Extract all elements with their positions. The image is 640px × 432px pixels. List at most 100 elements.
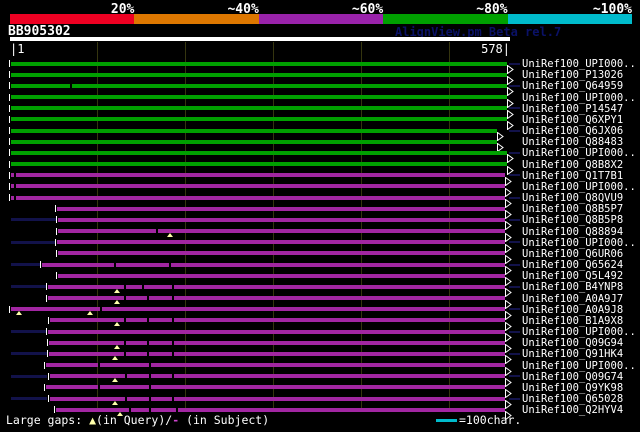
bar-start-cap — [48, 395, 49, 403]
hsp-bar-secondary[interactable] — [11, 330, 47, 334]
ruler-end-label: 578| — [481, 42, 510, 56]
hsp-bar[interactable] — [46, 363, 505, 368]
hsp-bar[interactable] — [11, 307, 505, 312]
bar-start-cap — [44, 383, 45, 391]
query-gap-triangle-icon — [112, 355, 118, 360]
gap-tick — [172, 318, 174, 323]
bar-start-cap — [9, 171, 10, 179]
gap-tick — [172, 396, 174, 401]
gap-tick — [172, 340, 174, 345]
hsp-bar[interactable] — [58, 229, 505, 234]
gap-tick — [14, 195, 16, 200]
legend-gaps: Large gaps: ▲(in Query)/- (in Subject) — [6, 413, 269, 427]
legend-text-mid: (in Query)/ — [96, 413, 173, 427]
hsp-bar[interactable] — [11, 61, 507, 66]
hsp-bar-secondary[interactable] — [11, 240, 55, 244]
scale-label: ~60% — [351, 2, 384, 17]
query-gap-triangle-icon — [16, 311, 22, 316]
ruler-start-label: |1 — [10, 42, 25, 56]
bar-arrowhead-icon — [505, 383, 512, 399]
hsp-bar[interactable] — [11, 106, 507, 111]
gap-tick — [169, 262, 171, 267]
query-gap-triangle-icon — [114, 288, 120, 293]
bar-start-cap — [46, 283, 47, 291]
gap-tick — [114, 262, 116, 267]
bar-start-cap — [9, 82, 10, 90]
hsp-bar[interactable] — [11, 184, 505, 189]
gap-tick — [124, 296, 126, 301]
hsp-bar-secondary[interactable] — [11, 285, 47, 289]
bar-start-cap — [48, 316, 49, 324]
hsp-bar[interactable] — [57, 240, 505, 245]
hsp-bar[interactable] — [50, 374, 505, 379]
hsp-bar[interactable] — [50, 396, 505, 401]
gap-tick — [147, 351, 149, 356]
gap-tick — [98, 385, 100, 390]
hsp-bar-secondary[interactable] — [11, 218, 56, 222]
bar-arrowhead-icon — [505, 361, 512, 377]
gap-tick — [147, 296, 149, 301]
bar-start-cap — [9, 60, 10, 67]
hsp-bar[interactable] — [11, 128, 497, 133]
bar-start-cap — [44, 361, 45, 369]
hit-label[interactable]: UniRef100_Q2HYV4 — [522, 404, 623, 416]
hsp-bar[interactable] — [46, 385, 505, 390]
bar-start-cap — [9, 149, 10, 157]
label-connector — [509, 129, 520, 132]
hsp-bar[interactable] — [11, 72, 507, 77]
query-gap-triangle-icon — [87, 311, 93, 316]
bar-arrowhead-icon — [505, 249, 512, 265]
bar-start-cap — [9, 93, 10, 101]
hsp-bar[interactable] — [58, 217, 505, 222]
bar-start-cap — [46, 328, 47, 336]
hsp-bar-secondary[interactable] — [11, 352, 47, 356]
label-connector — [509, 107, 520, 110]
gap-tick — [124, 351, 126, 356]
hsp-bar[interactable] — [58, 273, 505, 278]
query-gap-triangle-icon — [114, 322, 120, 327]
gap-tick — [70, 83, 72, 88]
label-connector — [509, 285, 520, 288]
scale-label: ~100% — [592, 2, 632, 17]
scale-length-label: =100char. — [459, 413, 522, 427]
gap-tick — [125, 374, 127, 379]
hsp-bar[interactable] — [11, 83, 507, 88]
hsp-bar-secondary[interactable] — [11, 397, 47, 401]
hsp-bar[interactable] — [48, 329, 505, 334]
gap-tick — [124, 284, 126, 289]
bar-arrowhead-icon — [505, 338, 512, 354]
scale-label: ~40% — [227, 2, 259, 17]
hsp-bar-secondary[interactable] — [11, 263, 40, 267]
hsp-bar-secondary[interactable] — [11, 374, 47, 378]
hsp-bar[interactable] — [11, 150, 507, 155]
hsp-bar[interactable] — [11, 162, 507, 167]
bar-start-cap — [9, 194, 10, 202]
gap-tick — [98, 363, 100, 368]
query-gap-triangle-icon — [112, 400, 118, 405]
hsp-bar[interactable] — [11, 173, 505, 178]
label-connector — [509, 308, 520, 311]
bar-start-cap — [56, 272, 57, 280]
hsp-bar[interactable] — [57, 206, 505, 211]
gap-tick — [129, 407, 131, 412]
hsp-bar[interactable] — [42, 262, 505, 267]
hsp-bar[interactable] — [58, 251, 505, 256]
label-connector — [509, 352, 520, 355]
bar-start-cap — [47, 350, 48, 358]
hsp-bar[interactable] — [11, 117, 507, 122]
gap-tick — [142, 284, 144, 289]
bar-start-cap — [46, 294, 47, 302]
gap-tick — [147, 340, 149, 345]
hsp-bar[interactable] — [11, 95, 507, 99]
gap-tick — [149, 407, 151, 412]
label-connector — [509, 174, 520, 177]
hsp-bar[interactable] — [11, 195, 505, 200]
hsp-bar[interactable] — [56, 407, 505, 412]
legend-scale: =100char. — [436, 413, 521, 427]
gap-tick — [149, 396, 151, 401]
hsp-bar[interactable] — [11, 139, 497, 144]
bar-start-cap — [55, 238, 56, 246]
gap-tick — [14, 173, 16, 178]
bar-arrowhead-icon — [505, 316, 512, 332]
bar-arrowhead-icon — [507, 70, 514, 86]
